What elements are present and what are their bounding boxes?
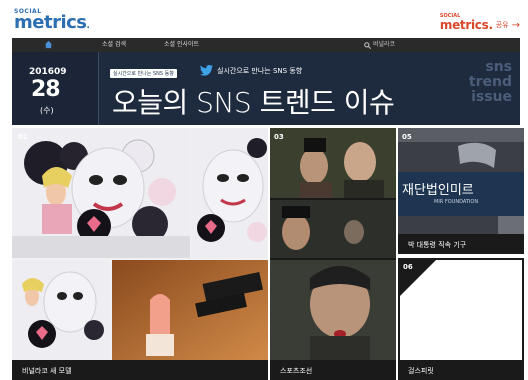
tile-number: 03 bbox=[274, 133, 284, 141]
watermark-line: trend bbox=[468, 74, 512, 90]
banner-watermark: sns trend issue bbox=[452, 60, 512, 105]
cushion-ad-illustration bbox=[12, 128, 190, 258]
date-day: 28 bbox=[31, 77, 61, 102]
nav-social-search[interactable]: 소셜 검색 bbox=[102, 39, 126, 51]
tile-photo bbox=[12, 260, 110, 360]
date-year-month: 201609 bbox=[29, 67, 67, 77]
foundation-sign-subtext: MIR FOUNDATION bbox=[434, 199, 479, 205]
cushion-ad-illustration bbox=[191, 128, 268, 258]
cushion-ad-illustration bbox=[12, 260, 110, 360]
date-box: 201609 28 (수) bbox=[12, 52, 99, 125]
search-input[interactable]: 비널라코 bbox=[373, 40, 395, 50]
watermark-line: issue bbox=[471, 89, 512, 105]
tile-label: 스포츠조선 bbox=[280, 367, 313, 375]
arrow-right-icon: → bbox=[511, 20, 520, 31]
trend-tile-01[interactable]: 01 비널라코 새 모델 bbox=[12, 128, 268, 380]
tile-photo bbox=[191, 128, 268, 258]
home-icon[interactable] bbox=[44, 40, 53, 49]
tile-number: 01 bbox=[18, 133, 28, 141]
tile-label: 비널라코 새 모델 bbox=[22, 367, 72, 375]
trend-tile-03[interactable]: 03 스포츠조선 bbox=[270, 128, 396, 380]
tile-number: 05 bbox=[402, 133, 412, 141]
top-nav: 소셜 검색 소셜 인사이트 비널라코 bbox=[12, 38, 520, 52]
tile-number: 06 bbox=[403, 263, 413, 271]
trend-tile-06[interactable]: 06 걸스피릿 bbox=[398, 258, 524, 380]
logo-big-text: metrics bbox=[14, 12, 87, 33]
drama-stills bbox=[270, 128, 396, 380]
share-label: 공유 bbox=[495, 21, 509, 29]
tile-label: 걸스피릿 bbox=[408, 367, 434, 375]
search-field[interactable]: 비널라코 bbox=[363, 40, 451, 50]
social-metrics-logo[interactable]: SOCIAL metrics. bbox=[14, 9, 90, 33]
foundation-sign-text: 재단법인미르 bbox=[402, 183, 474, 198]
nav-social-insight[interactable]: 소셜 인사이트 bbox=[164, 39, 199, 51]
watermark-line: sns bbox=[485, 59, 512, 75]
twitter-icon bbox=[199, 65, 214, 76]
tile-photo bbox=[112, 260, 268, 360]
tile-top-border bbox=[398, 258, 524, 260]
banner-subline: 실시간으로 만나는 SNS 동향 bbox=[217, 67, 303, 75]
lipstick-photo-illustration bbox=[112, 260, 268, 360]
banner-headline: 오늘의 SNS 트렌드 이슈 bbox=[112, 86, 395, 119]
trend-tile-05[interactable]: 재단법인미르 MIR FOUNDATION 05 박 대통령 직속 기구 bbox=[398, 128, 524, 254]
tile-label: 박 대통령 직속 기구 bbox=[408, 241, 467, 249]
tile-photo bbox=[12, 128, 190, 258]
banner-tag: 실시간으로 만나는 SNS 동향 bbox=[110, 69, 177, 78]
share-link[interactable]: SOCIAL metrics. 공유 → bbox=[439, 14, 520, 32]
search-icon bbox=[364, 42, 371, 49]
date-weekday: (수) bbox=[40, 106, 54, 115]
trend-banner: 201609 28 (수) 실시간으로 만나는 SNS 동향 실시간으로 만나는… bbox=[12, 52, 520, 125]
share-logo-big: metrics bbox=[439, 18, 489, 32]
